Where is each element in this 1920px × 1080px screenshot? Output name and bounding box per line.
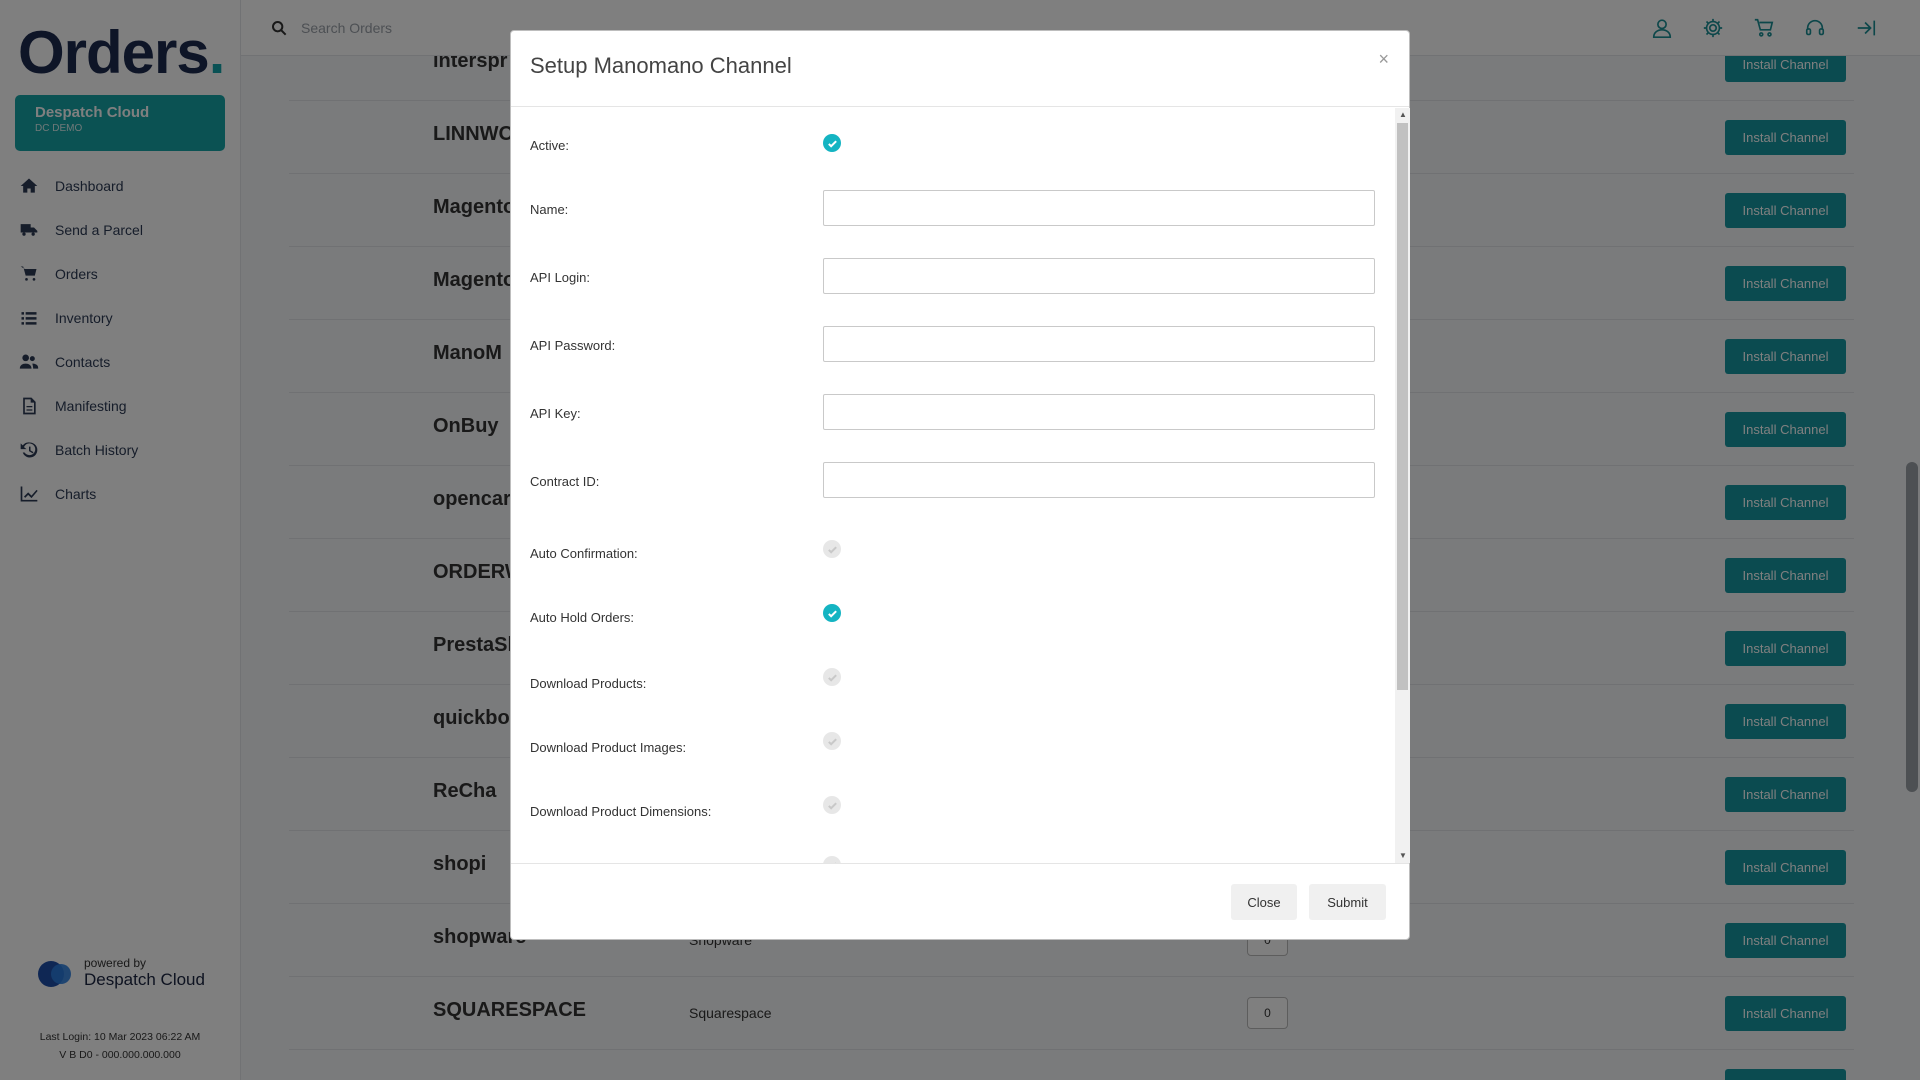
modal-scrollbar-thumb[interactable]: [1397, 123, 1408, 690]
modal-footer: Close Submit: [511, 863, 1409, 940]
download-products-checkbox[interactable]: [823, 668, 841, 686]
contract-id-input[interactable]: [823, 462, 1375, 498]
modal-title: Setup Manomano Channel: [530, 53, 792, 78]
download-product-dimensions-label: Download Product Dimensions:: [530, 804, 712, 819]
auto-confirmation-label: Auto Confirmation:: [530, 546, 638, 561]
contract-id-label: Contract ID:: [530, 474, 600, 489]
api-password-input[interactable]: [823, 326, 1375, 362]
next-option-checkbox[interactable]: [823, 856, 841, 863]
download-products-label: Download Products:: [530, 676, 647, 691]
modal-header: Setup Manomano Channel ×: [511, 31, 1409, 107]
modal-body: Active: Name: API Login: API Password: A…: [511, 108, 1411, 863]
active-label: Active:: [530, 138, 570, 153]
modal-scrollbar[interactable]: ▲ ▼: [1395, 108, 1410, 863]
download-product-images-label: Download Product Images:: [530, 740, 687, 755]
api-key-input[interactable]: [823, 394, 1375, 430]
api-login-label: API Login:: [530, 270, 590, 285]
scroll-up-icon[interactable]: ▲: [1399, 111, 1407, 119]
api-password-label: API Password:: [530, 338, 616, 353]
auto-confirmation-checkbox[interactable]: [823, 540, 841, 558]
name-input[interactable]: [823, 190, 1375, 226]
close-icon[interactable]: ×: [1378, 49, 1389, 70]
auto-hold-orders-checkbox[interactable]: [823, 604, 841, 622]
close-button[interactable]: Close: [1231, 884, 1297, 920]
active-checkbox[interactable]: [823, 134, 841, 152]
auto-hold-orders-label: Auto Hold Orders:: [530, 610, 635, 625]
scroll-down-icon[interactable]: ▼: [1399, 852, 1407, 860]
api-login-input[interactable]: [823, 258, 1375, 294]
api-key-label: API Key:: [530, 406, 581, 421]
download-product-images-checkbox[interactable]: [823, 732, 841, 750]
setup-channel-modal: Setup Manomano Channel × Active: Name: A…: [510, 30, 1410, 940]
name-label: Name:: [530, 202, 569, 217]
download-product-dimensions-checkbox[interactable]: [823, 796, 841, 814]
submit-button[interactable]: Submit: [1309, 884, 1386, 920]
